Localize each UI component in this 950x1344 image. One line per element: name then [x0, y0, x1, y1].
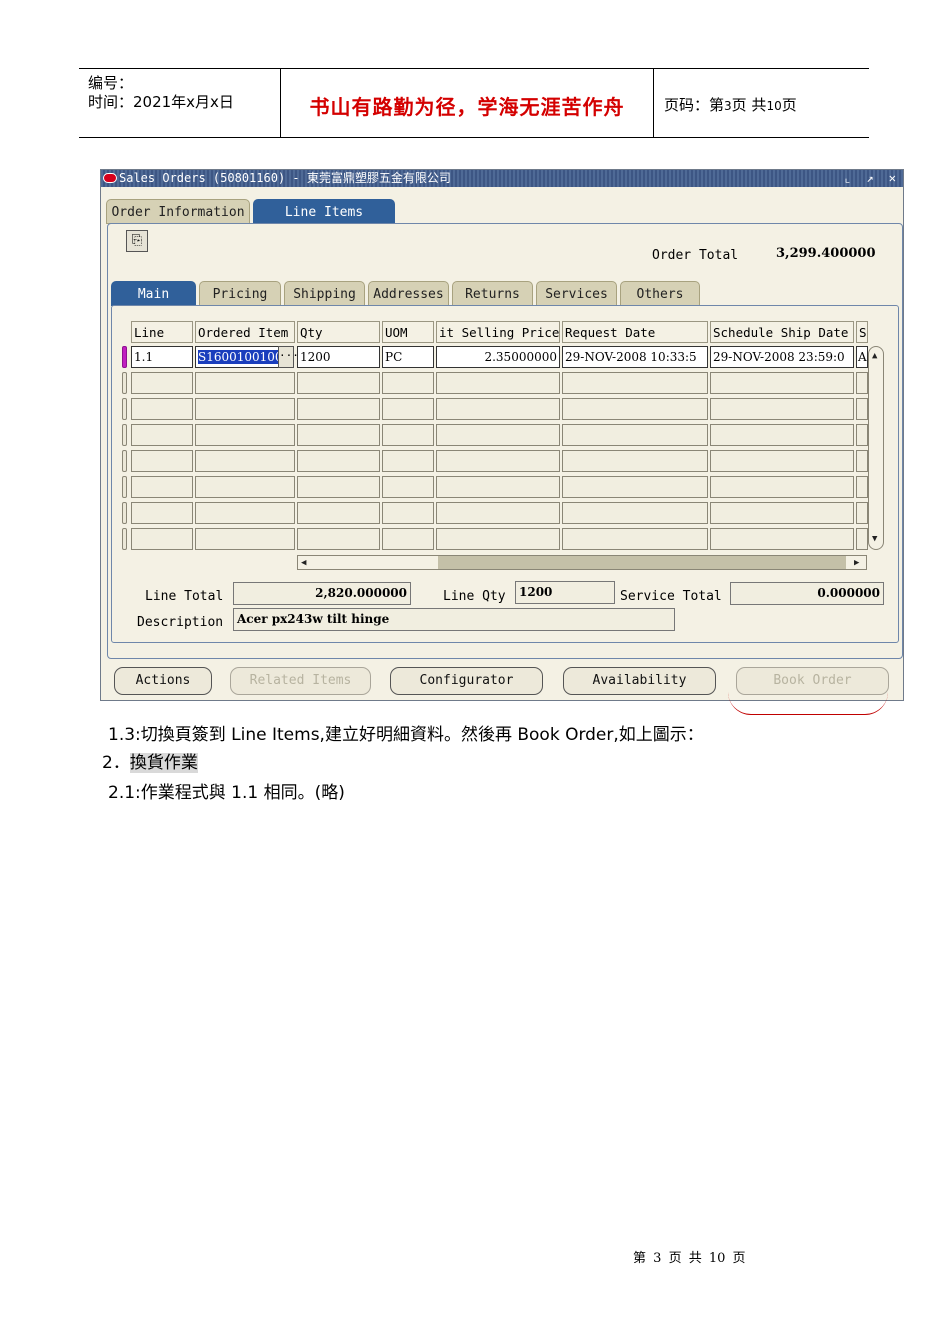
doc-time-label: 时间：2021年x月x日 — [88, 93, 234, 111]
availability-button[interactable]: Availability — [563, 667, 716, 695]
tab-order-information[interactable]: Order Information — [106, 199, 250, 224]
line-total-label: Line Total — [145, 589, 224, 604]
row-indicator-current[interactable] — [122, 346, 127, 368]
subtab-returns[interactable]: Returns — [452, 281, 533, 306]
doc-code-label: 编号： — [88, 74, 134, 92]
cell-uom[interactable]: PC — [382, 346, 434, 368]
column-header-ordered-item: Ordered Item — [195, 321, 295, 343]
line-total-field: 2,820.000000 — [233, 582, 411, 605]
line-qty-label: Line Qty — [443, 589, 506, 604]
cell-line[interactable]: 1.1 — [131, 346, 193, 368]
order-total-value: 3,299.400000 — [776, 246, 876, 261]
column-header-uom: UOM — [382, 321, 434, 343]
column-header-request-date: Request Date — [562, 321, 708, 343]
tab-line-items[interactable]: Line Items — [253, 199, 395, 224]
header-motto: 书山有路勤为径，学海无涯苦作舟 — [309, 95, 625, 119]
scroll-down-icon[interactable]: ▼ — [872, 533, 877, 545]
service-total-field: 0.000000 — [730, 582, 884, 605]
cell-ordered-item[interactable]: S1600100100 — [195, 346, 279, 368]
column-header-s: S — [856, 321, 868, 343]
cell-schedule-ship-date[interactable]: 29-NOV-2008 23:59:0 — [710, 346, 854, 368]
description-field[interactable]: Acer px243w tilt hinge — [233, 608, 675, 631]
open-folder-icon[interactable]: ⎘ — [126, 230, 148, 252]
cell-s[interactable]: A — [856, 346, 868, 368]
subtab-addresses[interactable]: Addresses — [368, 281, 449, 306]
lov-ellipsis-button[interactable]: ··· — [278, 346, 299, 368]
subtab-main[interactable]: Main — [111, 281, 196, 306]
section-2-heading: 2．換貨作業 — [102, 753, 198, 773]
column-header-schedule-ship-date: Schedule Ship Date — [710, 321, 854, 343]
column-header-qty: Qty — [297, 321, 380, 343]
scroll-up-icon[interactable]: ▲ — [872, 350, 877, 362]
order-total-label: Order Total — [652, 248, 739, 263]
header-page-cell: 页码：第3页 共10页 — [655, 69, 869, 137]
book-order-button[interactable]: Book Order — [736, 667, 889, 695]
step-1-3-text: 1.3:切換頁簽到 Line Items,建立好明細資料。然後再 Book Or… — [108, 725, 704, 745]
page-header: 编号： 时间：2021年x月x日 书山有路勤为径，学海无涯苦作舟 页码：第3页 … — [79, 68, 869, 138]
description-label: Description — [137, 615, 224, 630]
window-title: Sales Orders (50801160) - 東莞富鼎塑膠五金有限公司 — [119, 171, 451, 185]
header-meta-cell: 编号： 时间：2021年x月x日 — [79, 69, 281, 137]
subtab-pricing[interactable]: Pricing — [199, 281, 281, 306]
related-items-button[interactable]: Related Items — [230, 667, 371, 695]
header-motto-cell: 书山有路勤为径，学海无涯苦作舟 — [281, 69, 654, 137]
window-titlebar: Sales Orders (50801160) - 東莞富鼎塑膠五金有限公司 ⌞… — [101, 170, 903, 187]
page-footer: 第 3 页 共 10 页 — [633, 1251, 746, 1266]
header-page-number: 页码：第3页 共10页 — [664, 96, 797, 114]
column-header-selling-price: it Selling Price — [436, 321, 560, 343]
subtab-services[interactable]: Services — [536, 281, 617, 306]
horizontal-scrollbar[interactable]: ◀ ▶ — [297, 555, 867, 570]
subtab-shipping[interactable]: Shipping — [284, 281, 365, 306]
configurator-button[interactable]: Configurator — [390, 667, 543, 695]
column-header-line: Line — [131, 321, 193, 343]
scroll-right-icon[interactable]: ▶ — [854, 557, 859, 569]
book-order-highlight-mark — [728, 692, 888, 715]
actions-button[interactable]: Actions — [114, 667, 212, 695]
cell-request-date[interactable]: 29-NOV-2008 10:33:5 — [562, 346, 708, 368]
sales-orders-window: Sales Orders (50801160) - 東莞富鼎塑膠五金有限公司 ⌞… — [100, 169, 904, 701]
line-qty-field: 1200 — [515, 581, 615, 604]
oracle-logo-icon — [103, 173, 117, 183]
window-controls[interactable]: ⌞ ↗ ✕ — [844, 170, 900, 187]
step-2-1-text: 2.1:作業程式與 1.1 相同。(略) — [108, 783, 345, 803]
subtab-others[interactable]: Others — [620, 281, 700, 306]
cell-selling-price[interactable]: 2.35000000 — [436, 346, 560, 368]
cell-qty[interactable]: 1200 — [297, 346, 380, 368]
vertical-scrollbar[interactable]: ▲ ▼ — [868, 346, 884, 550]
service-total-label: Service Total — [620, 589, 722, 604]
scroll-left-icon[interactable]: ◀ — [301, 557, 306, 569]
scroll-thumb[interactable] — [438, 556, 846, 569]
